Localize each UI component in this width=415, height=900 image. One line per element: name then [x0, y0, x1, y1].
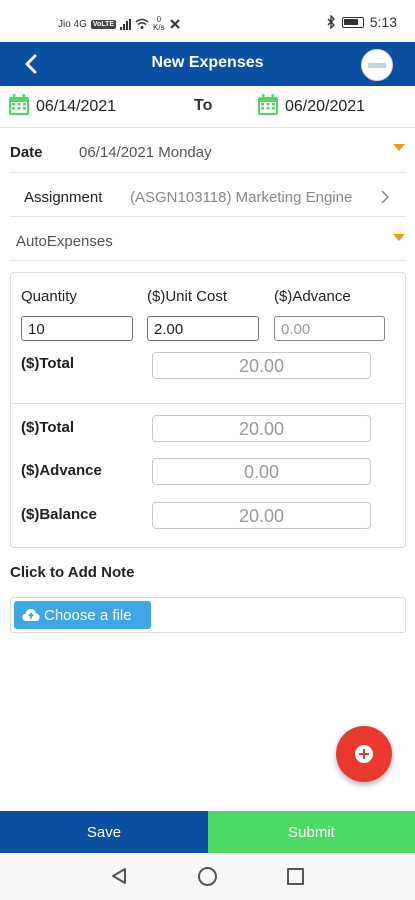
advance-summary-field: 0.00 [152, 458, 371, 485]
assignment-label: Assignment [24, 189, 103, 206]
system-nav-bar [0, 853, 415, 900]
assignment-value: (ASGN103118) Marketing Engine [130, 189, 353, 206]
advance-summary-label: ($)Advance [21, 462, 102, 479]
volte-badge: VoLTE [90, 19, 117, 29]
calendar-icon[interactable] [8, 94, 30, 116]
add-circle-icon [355, 745, 373, 763]
caret-down-icon [393, 234, 405, 241]
line-total-field: 20.00 [152, 352, 371, 379]
nav-back-icon[interactable] [110, 867, 128, 885]
divider [10, 216, 406, 217]
start-date[interactable]: 06/14/2021 [36, 98, 116, 116]
advance-input[interactable]: 0.00 [274, 316, 385, 341]
speed-indicator: 0 K/s [153, 15, 165, 32]
assignment-select[interactable]: Assignment (ASGN103118) Marketing Engine [0, 176, 415, 216]
total-field: 20.00 [152, 415, 371, 442]
bluetooth-icon [327, 15, 335, 29]
nav-home-icon[interactable] [198, 867, 217, 886]
date-value: 06/14/2021 Monday [79, 144, 212, 161]
bottom-actions: Save Submit [0, 811, 415, 853]
app-bar: New Expenses [0, 42, 415, 86]
save-button[interactable]: Save [0, 811, 208, 853]
battery-icon [341, 16, 364, 28]
add-note-link[interactable]: Click to Add Note [10, 564, 134, 581]
to-label: To [194, 97, 213, 114]
quantity-input[interactable]: 10 [21, 316, 133, 341]
chevron-right-icon [381, 190, 390, 204]
unit-cost-label: ($)Unit Cost [147, 288, 228, 305]
expense-card: Quantity ($)Unit Cost ($)Advance 10 2.00… [10, 272, 406, 548]
date-range: 06/14/2021 To 06/20/2021 [0, 86, 415, 128]
status-bar: Jio 4G VoLTE 0 K/s 5:13 [0, 0, 415, 42]
status-left: Jio 4G VoLTE 0 K/s [58, 16, 181, 32]
choose-file-button[interactable]: Choose a file [14, 601, 151, 629]
company-logo [361, 49, 393, 81]
date-label: Date [10, 144, 43, 161]
balance-label: ($)Balance [21, 506, 97, 523]
clock: 5:13 [369, 14, 397, 30]
signal-icon [120, 18, 132, 30]
choose-file-label: Choose a file [44, 606, 132, 624]
expense-type-value: AutoExpenses [16, 233, 113, 250]
balance-field: 20.00 [152, 502, 371, 529]
file-upload-box: Choose a file [10, 597, 406, 633]
total-label: ($)Total [21, 419, 75, 436]
cloud-upload-icon [22, 609, 40, 621]
card-divider [11, 403, 405, 404]
carrier-label: Jio 4G [58, 18, 87, 30]
app-notification-icon [169, 19, 180, 29]
nav-recents-icon[interactable] [287, 868, 304, 885]
date-select[interactable]: Date 06/14/2021 Monday [0, 132, 415, 172]
add-fab-button[interactable] [336, 726, 392, 782]
divider [10, 172, 406, 173]
wifi-icon [135, 18, 149, 29]
quantity-label: Quantity [21, 288, 77, 305]
advance-label: ($)Advance [274, 288, 351, 305]
page-title: New Expenses [151, 54, 264, 71]
divider [10, 260, 406, 261]
status-right: 5:13 [326, 14, 397, 30]
end-date[interactable]: 06/20/2021 [285, 98, 365, 116]
unit-cost-input[interactable]: 2.00 [147, 316, 259, 341]
calendar-icon[interactable] [257, 94, 279, 116]
submit-button[interactable]: Submit [208, 811, 415, 853]
line-total-label: ($)Total [21, 355, 75, 372]
expense-type-select[interactable]: AutoExpenses [0, 222, 415, 260]
caret-down-icon [393, 144, 405, 151]
